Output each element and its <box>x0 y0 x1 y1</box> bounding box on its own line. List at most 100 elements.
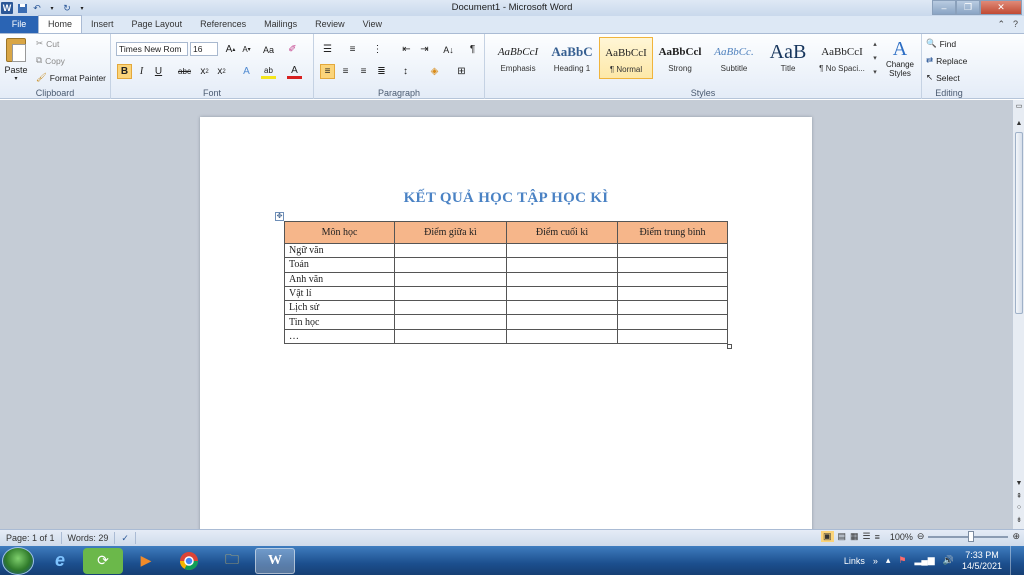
subscript-icon[interactable]: x2 <box>197 64 212 79</box>
tab-insert[interactable]: Insert <box>82 16 123 33</box>
highlight-icon[interactable]: ab <box>261 64 276 79</box>
undo-dropdown-icon[interactable]: ▾ <box>46 2 58 14</box>
outline-icon[interactable]: ☰ <box>863 531 871 542</box>
close-button[interactable]: ✕ <box>980 0 1022 15</box>
zoom-slider-handle[interactable] <box>968 530 975 542</box>
page-count[interactable]: Page: 1 of 1 <box>0 532 62 544</box>
table-cell[interactable] <box>617 257 728 273</box>
action-center-icon[interactable]: ⚑ <box>898 555 906 566</box>
table-cell[interactable] <box>394 328 507 345</box>
zoom-level[interactable]: 100% <box>890 532 913 542</box>
browse-object-icon[interactable]: ○ <box>1013 504 1024 514</box>
app-launcher-icon[interactable]: ⟳ <box>83 547 123 574</box>
font-color-icon[interactable]: A <box>287 64 302 79</box>
style-heading-1[interactable]: AaBbC Heading 1 <box>545 37 599 79</box>
style-no-spacing[interactable]: AaBbCcI ¶ No Spaci... <box>815 37 869 79</box>
chevron-right-icon[interactable]: » <box>873 556 878 566</box>
draft-icon[interactable]: ≡ <box>875 532 880 542</box>
decrease-indent-icon[interactable]: ⇤ <box>399 42 414 57</box>
start-button[interactable] <box>2 546 34 575</box>
help-icon[interactable]: ? <box>1013 19 1018 30</box>
zoom-slider[interactable] <box>928 530 1009 542</box>
network-icon[interactable]: ▂▄▆ <box>915 555 935 566</box>
table-resize-handle[interactable] <box>727 344 732 349</box>
scroll-thumb[interactable] <box>1015 132 1023 314</box>
replace-button[interactable]: ⇄ Replace <box>926 55 967 66</box>
style-strong[interactable]: AaBbCcl Strong <box>653 37 707 79</box>
document-heading[interactable]: KẾT QUẢ HỌC TẬP HỌC KÌ <box>200 190 812 207</box>
full-screen-reading-icon[interactable]: ▤ <box>838 531 847 542</box>
table-cell[interactable] <box>506 271 618 287</box>
volume-icon[interactable]: 🔊 <box>943 555 954 566</box>
subject-cell[interactable]: Toán <box>284 257 395 273</box>
web-layout-icon[interactable]: ▦ <box>850 531 859 542</box>
print-layout-icon[interactable]: ▣ <box>820 531 834 542</box>
table-cell[interactable] <box>506 300 618 316</box>
italic-icon[interactable]: I <box>134 64 149 79</box>
table-cell[interactable] <box>617 242 728 259</box>
subject-cell[interactable]: Lịch sử <box>284 300 395 316</box>
line-spacing-icon[interactable]: ↕ <box>398 64 413 79</box>
borders-icon[interactable]: ⊞ <box>454 64 469 79</box>
proofing-icon[interactable]: ✓ <box>115 532 136 544</box>
table-header-cell[interactable]: Điểm cuối kì <box>506 221 618 244</box>
document-area[interactable]: KẾT QUẢ HỌC TẬP HỌC KÌ ✥ Môn học Điểm gi… <box>0 100 1012 529</box>
numbering-icon[interactable]: ≡ <box>345 42 360 57</box>
table-header-cell[interactable]: Điểm trung bình <box>617 221 728 244</box>
table-cell[interactable] <box>394 285 507 302</box>
table-header-cell[interactable]: Điểm giữa kì <box>394 221 507 244</box>
shading-icon[interactable]: ◈ <box>427 64 442 79</box>
clock[interactable]: 7:33 PM 14/5/2021 <box>962 550 1002 572</box>
zoom-out-icon[interactable]: ⊖ <box>917 531 925 542</box>
change-styles-button[interactable]: A Change Styles <box>883 38 917 78</box>
table-move-handle-icon[interactable]: ✥ <box>275 212 284 221</box>
align-center-icon[interactable]: ≡ <box>338 64 353 79</box>
chrome-icon[interactable] <box>169 548 209 574</box>
table-cell[interactable] <box>617 314 728 330</box>
undo-icon[interactable]: ↶ <box>31 2 43 14</box>
table-cell[interactable] <box>394 300 507 316</box>
links-toolbar[interactable]: Links <box>844 556 865 566</box>
shrink-font-icon[interactable]: A ▾ <box>239 42 254 57</box>
word-count[interactable]: Words: 29 <box>62 532 116 544</box>
subject-cell[interactable]: … <box>284 328 395 345</box>
strikethrough-icon[interactable]: abc <box>177 64 192 79</box>
word-logo-icon[interactable]: W <box>1 2 13 14</box>
tab-file[interactable]: File <box>0 16 38 33</box>
subject-cell[interactable]: Ngữ văn <box>284 242 395 259</box>
document-page[interactable]: KẾT QUẢ HỌC TẬP HỌC KÌ ✥ Môn học Điểm gi… <box>200 117 812 529</box>
align-right-icon[interactable]: ≡ <box>356 64 371 79</box>
restore-button[interactable]: ❐ <box>956 0 980 15</box>
table-cell[interactable] <box>506 285 618 302</box>
subject-cell[interactable]: Tin học <box>284 314 395 330</box>
tab-home[interactable]: Home <box>38 15 83 33</box>
grow-font-icon[interactable]: A ▴ <box>223 42 238 57</box>
customize-toolbar-icon[interactable]: ▾ <box>76 2 88 14</box>
table-cell[interactable] <box>506 328 618 345</box>
bold-icon[interactable]: B <box>117 64 132 79</box>
style-title[interactable]: AaB Title <box>761 37 815 79</box>
font-name-combo[interactable]: Times New Rom <box>116 42 188 56</box>
show-desktop-button[interactable] <box>1010 546 1020 575</box>
style-normal[interactable]: AaBbCcI ¶ Normal <box>599 37 653 79</box>
table-cell[interactable] <box>617 300 728 316</box>
multilevel-list-icon[interactable]: ⋮ <box>370 42 385 57</box>
ruler-toggle-icon[interactable]: ▭ <box>1013 102 1024 112</box>
subject-cell[interactable]: Vật lí <box>284 285 395 302</box>
select-button[interactable]: ↖ Select <box>926 72 960 83</box>
table-cell[interactable] <box>617 328 728 345</box>
align-left-icon[interactable]: ≡ <box>320 64 335 79</box>
style-subtitle[interactable]: AaBbCc. Subtitle <box>707 37 761 79</box>
styles-scroll[interactable]: ▴ ▾ ▾ <box>870 38 880 82</box>
table-cell[interactable] <box>394 271 507 287</box>
underline-icon[interactable]: U <box>151 64 166 79</box>
paste-button[interactable]: Paste ▾ <box>4 38 28 82</box>
word-taskbar-icon[interactable]: W <box>255 547 295 574</box>
file-explorer-icon[interactable]: 🗀 <box>212 548 252 574</box>
format-painter-button[interactable]: 🖌 Format Painter <box>36 72 106 83</box>
scroll-up-icon[interactable]: ▲ <box>1013 120 1024 130</box>
change-case-icon[interactable]: Aa <box>261 42 276 57</box>
show-hidden-icons-icon[interactable]: ▴ <box>886 555 891 566</box>
table-header-cell[interactable]: Môn học <box>284 221 395 244</box>
table-cell[interactable] <box>506 242 618 259</box>
